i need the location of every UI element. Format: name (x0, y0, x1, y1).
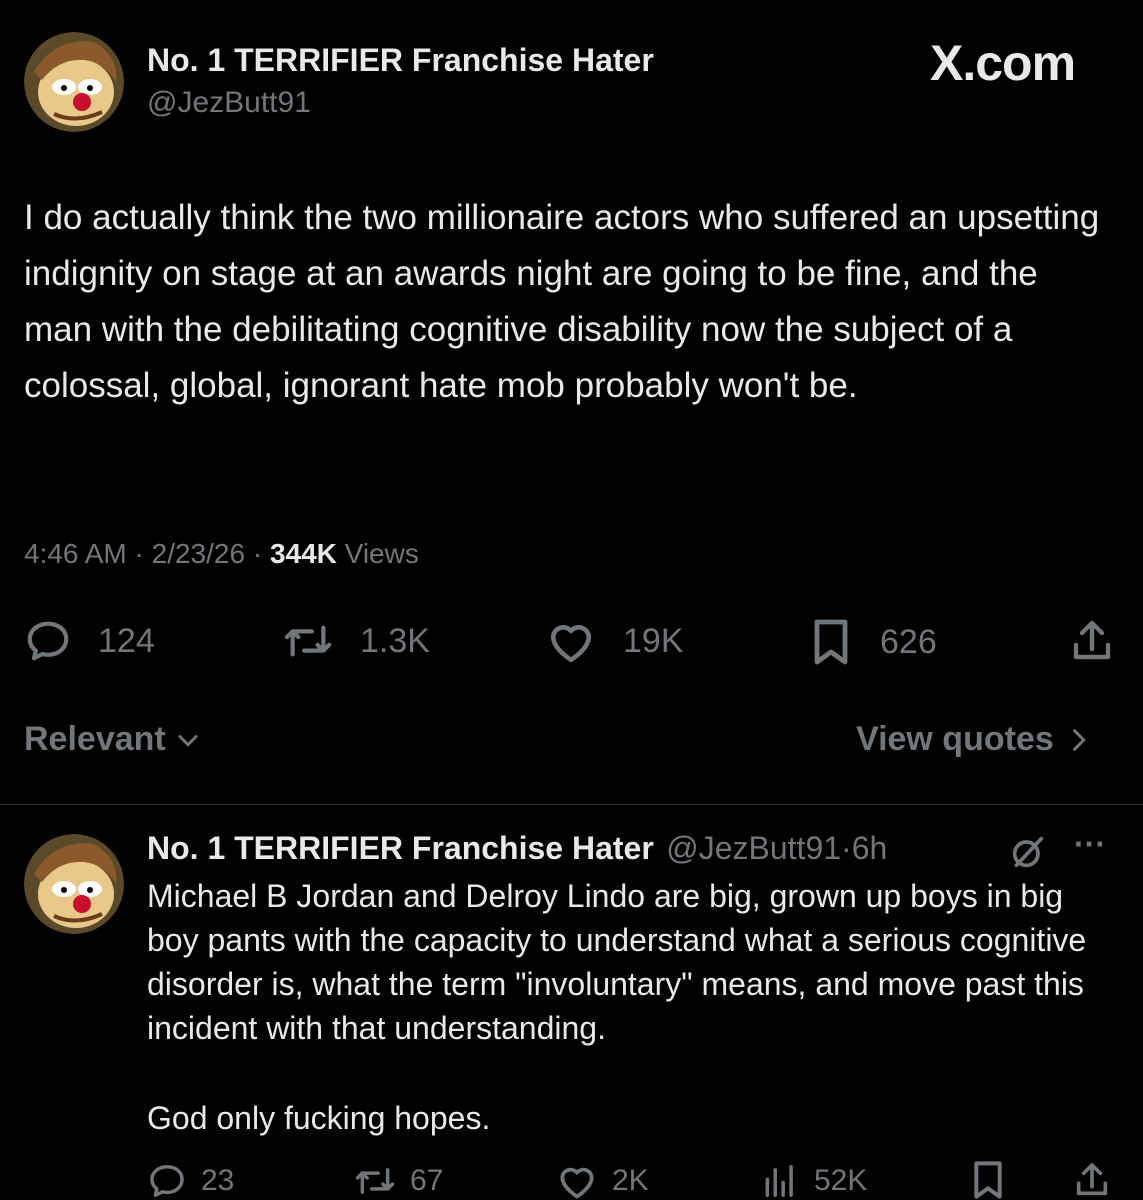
like-count: 19K (623, 621, 684, 660)
sort-dropdown[interactable]: Relevant (24, 720, 202, 759)
brand-watermark: X.com (930, 35, 1076, 91)
share-icon (1073, 620, 1111, 660)
bookmark-icon (814, 619, 848, 665)
repost-icon (284, 625, 332, 657)
tweet-time[interactable]: 4:46 AM (24, 538, 127, 569)
views-label: Views (344, 538, 419, 569)
reply-button[interactable]: 124 (24, 618, 155, 664)
share-icon (1076, 1163, 1108, 1196)
view-quotes-label: View quotes (856, 720, 1054, 758)
reply-views-button[interactable]: 52K (760, 1162, 867, 1200)
reply-like-button[interactable]: 2K (556, 1162, 649, 1200)
sort-label: Relevant (24, 720, 166, 758)
bookmark-count: 626 (880, 622, 937, 661)
like-icon (560, 1167, 594, 1199)
reply-header: No. 1 TERRIFIER Franchise Hater @JezButt… (147, 830, 887, 867)
grok-icon[interactable] (1008, 832, 1048, 877)
like-button[interactable]: 19K (545, 618, 684, 664)
reply-reply-button[interactable]: 23 (147, 1162, 234, 1200)
reply-like-count: 2K (612, 1164, 649, 1197)
view-quotes-link[interactable]: View quotes (856, 720, 1092, 759)
reply-handle[interactable]: @JezButt91 (666, 830, 841, 866)
tweet-meta: 4:46 AM · 2/23/26 · 344K Views (24, 538, 419, 570)
reply-display-name[interactable]: No. 1 TERRIFIER Franchise Hater (147, 830, 654, 866)
reply-count: 124 (98, 621, 155, 660)
tweet-date[interactable]: 2/23/26 (152, 538, 245, 569)
reply-separator: · (841, 830, 852, 866)
reply-text: Michael B Jordan and Delroy Lindo are bi… (147, 878, 1087, 1046)
reply-bookmark-button[interactable] (968, 1160, 1008, 1200)
reply-views-count: 52K (814, 1164, 868, 1197)
chevron-right-icon (1072, 728, 1086, 751)
bookmark-button[interactable]: 626 (808, 618, 937, 666)
reply-icon (27, 621, 69, 661)
reply-repost-button[interactable]: 67 (354, 1162, 443, 1200)
reply-share-button[interactable] (1072, 1160, 1112, 1200)
reply-repost-count: 67 (410, 1164, 444, 1197)
reply-age[interactable]: 6h (852, 830, 888, 866)
repost-count: 1.3K (360, 621, 430, 660)
reply-reply-count: 23 (201, 1164, 235, 1197)
display-name[interactable]: No. 1 TERRIFIER Franchise Hater (147, 42, 654, 79)
chevron-down-icon (178, 734, 198, 747)
avatar[interactable] (24, 32, 124, 132)
meta-separator: · (134, 538, 144, 569)
user-handle[interactable]: @JezButt91 (147, 86, 311, 120)
avatar[interactable] (24, 834, 124, 934)
views-count: 344K (269, 538, 337, 569)
repost-icon (355, 1168, 395, 1194)
reply-text-2: God only fucking hopes. (147, 1100, 491, 1136)
reply-icon (150, 1165, 184, 1197)
tweet-text: I do actually think the two millionaire … (24, 198, 1100, 405)
like-icon (550, 625, 592, 663)
divider (0, 804, 1143, 805)
share-button[interactable] (1068, 616, 1116, 666)
meta-separator: · (252, 538, 263, 569)
views-icon (765, 1165, 793, 1197)
more-icon[interactable]: ··· (1074, 826, 1106, 863)
repost-button[interactable]: 1.3K (282, 618, 430, 664)
bookmark-icon (974, 1161, 1002, 1199)
